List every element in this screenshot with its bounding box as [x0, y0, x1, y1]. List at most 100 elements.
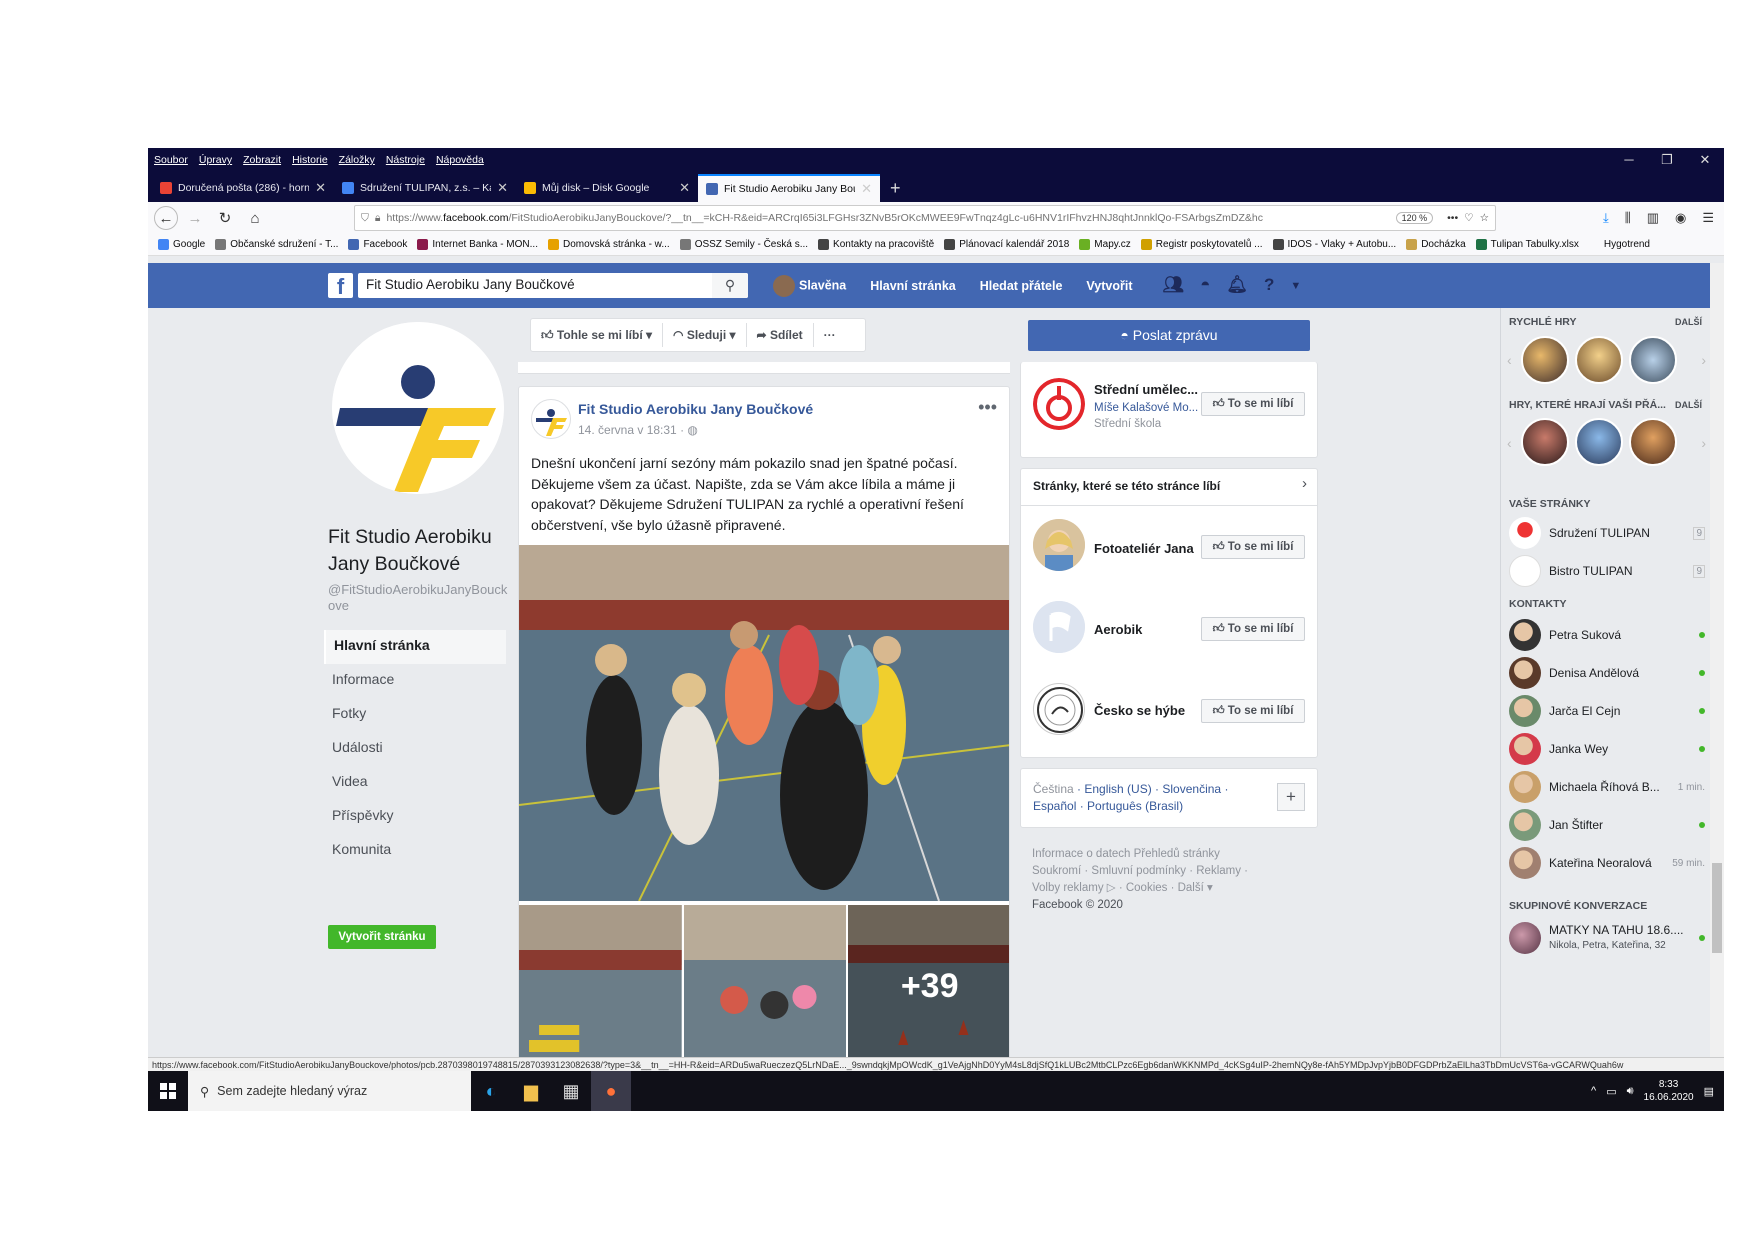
- bookmark-item[interactable]: Hygotrend: [1588, 239, 1650, 250]
- menu-file[interactable]: Soubor: [154, 154, 188, 166]
- post-photo-thumbnail[interactable]: [683, 905, 847, 1065]
- bookmark-item[interactable]: Docházka: [1406, 239, 1466, 250]
- chevron-right-icon[interactable]: ›: [1701, 435, 1706, 451]
- search-input[interactable]: Fit Studio Aerobiku Jany Boučkové: [358, 273, 748, 298]
- language-link[interactable]: Español: [1033, 799, 1076, 813]
- bookmark-item[interactable]: Občanské sdružení - T...: [215, 239, 338, 250]
- friends-games-more-link[interactable]: DALŠÍ: [1675, 400, 1702, 410]
- menu-bookmarks[interactable]: Záložky: [339, 154, 375, 166]
- shield-icon[interactable]: ⛉: [361, 212, 369, 225]
- zoom-level[interactable]: 120 %: [1395, 212, 1434, 224]
- bookmark-item[interactable]: Plánovací kalendář 2018: [944, 239, 1069, 250]
- new-tab-icon[interactable]: +: [880, 174, 911, 202]
- page-nav-events[interactable]: Události: [324, 732, 506, 766]
- your-page-item[interactable]: Sdružení TULIPAN 9: [1509, 514, 1705, 552]
- bookmark-item[interactable]: OSSZ Semily - Česká s...: [679, 239, 808, 250]
- minimize-icon[interactable]: ─: [1610, 148, 1648, 172]
- contact-item[interactable]: Kateřina Neoralová 59 min.: [1509, 844, 1705, 882]
- tab-facebook[interactable]: Fit Studio Aerobiku Jany Bouč ✕: [698, 174, 880, 202]
- contact-item[interactable]: Michaela Říhová B... 1 min.: [1509, 768, 1705, 806]
- game-thumbnail[interactable]: [1521, 418, 1569, 466]
- post-photo-main[interactable]: [519, 545, 1009, 901]
- post-options-icon[interactable]: •••: [978, 397, 997, 418]
- game-thumbnail[interactable]: [1629, 336, 1677, 384]
- like-page-cesko-button[interactable]: 👍︎ To se mi líbí: [1201, 699, 1305, 723]
- help-icon[interactable]: ?: [1264, 275, 1274, 297]
- bookmark-item[interactable]: Internet Banka - MON...: [417, 239, 538, 250]
- bookmark-item[interactable]: IDOS - Vlaky + Autobu...: [1272, 239, 1396, 250]
- school-friend-like[interactable]: Míše Kalašové Mo...: [1094, 402, 1198, 414]
- liked-page-name[interactable]: Aerobik: [1094, 622, 1142, 637]
- page-logo-aerobik[interactable]: [1033, 601, 1085, 653]
- quick-games-more-link[interactable]: DALŠÍ: [1675, 317, 1702, 327]
- liked-page-name[interactable]: Česko se hýbe: [1094, 703, 1185, 718]
- bookmark-item[interactable]: Kontakty na pracoviště: [818, 239, 934, 250]
- close-tab-icon[interactable]: ✕: [497, 180, 508, 196]
- liked-pages-title[interactable]: Stránky, které se této stránce líbí: [1033, 479, 1220, 493]
- share-button[interactable]: ➦ Sdílet: [747, 323, 814, 347]
- search-icon[interactable]: ⚲: [712, 273, 748, 298]
- game-thumbnail[interactable]: [1575, 336, 1623, 384]
- menu-help[interactable]: Nápověda: [436, 154, 484, 166]
- tab-calendar[interactable]: Sdružení TULIPAN, z.s. – Kalend ✕: [334, 174, 516, 202]
- close-tab-icon[interactable]: ✕: [861, 181, 872, 197]
- bell-icon[interactable]: 🔔︎: [1226, 275, 1248, 297]
- file-explorer-icon[interactable]: ▆: [511, 1071, 551, 1111]
- send-message-button[interactable]: ◓ Poslat zprávu: [1028, 320, 1310, 351]
- menu-history[interactable]: Historie: [292, 154, 328, 166]
- like-school-button[interactable]: 👍︎ To se mi líbí: [1201, 392, 1305, 416]
- restore-icon[interactable]: ❐: [1648, 148, 1686, 172]
- liked-page-name[interactable]: Fotoateliér Jana: [1094, 541, 1194, 556]
- taskbar-search-input[interactable]: ⚲ Sem zadejte hledaný výraz: [188, 1071, 471, 1111]
- post-photo-thumbnail[interactable]: [519, 905, 682, 1065]
- close-window-icon[interactable]: ✕: [1686, 148, 1724, 172]
- page-nav-videos[interactable]: Videa: [324, 766, 506, 800]
- page-nav-community[interactable]: Komunita: [324, 834, 506, 868]
- game-thumbnail[interactable]: [1521, 336, 1569, 384]
- post-photo-more[interactable]: +39: [848, 905, 1009, 1065]
- page-handle[interactable]: @FitStudioAerobikuJanyBouckove: [328, 582, 513, 614]
- hamburger-menu-icon[interactable]: ☰: [1702, 210, 1714, 226]
- game-thumbnail[interactable]: [1575, 418, 1623, 466]
- bookmark-item[interactable]: Google: [158, 239, 205, 250]
- create-page-button[interactable]: Vytvořit stránku: [328, 925, 436, 949]
- contact-item[interactable]: Janka Wey: [1509, 730, 1705, 768]
- post-author[interactable]: Fit Studio Aerobiku Jany Boučkové: [578, 401, 813, 417]
- forward-arrow-icon[interactable]: →: [182, 205, 208, 231]
- url-bar[interactable]: ⛉ 🔒︎ https://www.facebook.com/FitStudioA…: [354, 205, 1496, 231]
- star-icon[interactable]: ☆: [1480, 212, 1495, 224]
- page-nav-photos[interactable]: Fotky: [324, 698, 506, 732]
- account-icon[interactable]: ◉: [1675, 210, 1686, 226]
- network-icon[interactable]: ▭: [1606, 1085, 1616, 1098]
- like-page-fotoatelier-button[interactable]: 👍︎ To se mi líbí: [1201, 535, 1305, 559]
- page-actions-icon[interactable]: •••: [1447, 212, 1458, 224]
- chevron-left-icon[interactable]: ‹: [1507, 435, 1512, 451]
- like-page-button[interactable]: 👍︎ Tohle se mi líbí ▾: [531, 323, 664, 347]
- library-icon[interactable]: ⫼: [1625, 210, 1631, 226]
- tab-gmail[interactable]: Doručená pošta (286) - hornak ✕: [152, 174, 334, 202]
- close-tab-icon[interactable]: ✕: [315, 180, 326, 196]
- create-link[interactable]: Vytvořit: [1086, 279, 1132, 293]
- home-link[interactable]: Hlavní stránka: [870, 279, 955, 293]
- contact-item[interactable]: Petra Suková: [1509, 616, 1705, 654]
- calculator-icon[interactable]: ▦: [551, 1071, 591, 1111]
- windows-start-icon[interactable]: [148, 1071, 188, 1111]
- sidebar-icon[interactable]: ▥: [1647, 210, 1659, 226]
- chevron-right-icon[interactable]: ›: [1701, 352, 1706, 368]
- bookmark-item[interactable]: Tulipan Tabulky.xlsx: [1475, 239, 1579, 250]
- language-link[interactable]: Português (Brasil): [1087, 799, 1183, 813]
- page-nav-posts[interactable]: Příspěvky: [324, 800, 506, 834]
- facebook-logo-icon[interactable]: f: [328, 273, 353, 299]
- volume-icon[interactable]: 🔊︎: [1627, 1085, 1634, 1098]
- your-page-item[interactable]: Bistro TULIPAN 9: [1509, 552, 1705, 590]
- edge-icon[interactable]: ◐: [471, 1071, 511, 1111]
- contact-item[interactable]: Jan Štifter: [1509, 806, 1705, 844]
- page-nav-home[interactable]: Hlavní stránka: [324, 630, 506, 664]
- contact-item[interactable]: Denisa Andělová: [1509, 654, 1705, 692]
- messenger-icon[interactable]: ◓: [1200, 275, 1210, 297]
- lock-icon[interactable]: 🔒︎: [375, 212, 381, 225]
- close-tab-icon[interactable]: ✕: [679, 180, 690, 196]
- find-friends-link[interactable]: Hledat přátele: [980, 279, 1063, 293]
- scrollbar-thumb[interactable]: [1712, 863, 1722, 953]
- bookmark-item[interactable]: Registr poskytovatelů ...: [1140, 239, 1263, 250]
